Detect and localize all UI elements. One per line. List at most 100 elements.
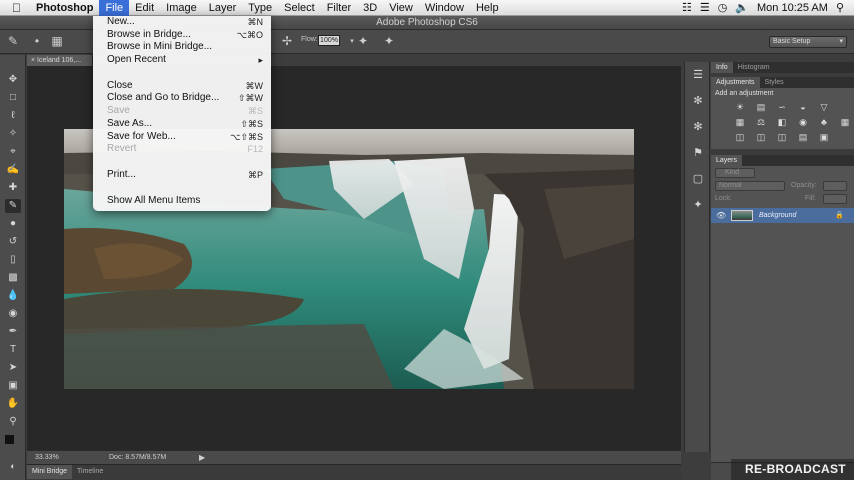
brush-presets-icon[interactable]: ✻ xyxy=(690,94,706,108)
crop-tool-icon[interactable]: ⌖ xyxy=(5,145,21,159)
doc-size[interactable]: Doc: 8.57M/8.57M xyxy=(109,451,166,465)
eyedropper-tool-icon[interactable]: ✍ xyxy=(5,163,21,177)
menu-image[interactable]: Image xyxy=(160,0,203,16)
dodge-tool-icon[interactable]: ◉ xyxy=(5,307,21,321)
tab-styles[interactable]: Styles xyxy=(760,77,789,88)
gradient-tool-icon[interactable]: ▩ xyxy=(5,271,21,285)
menu-select[interactable]: Select xyxy=(278,0,321,16)
brush-preset-icon[interactable]: ✎ xyxy=(6,34,20,48)
menu-item-open-recent[interactable]: Open Recent ▸ xyxy=(93,54,271,67)
menu-view[interactable]: View xyxy=(383,0,419,16)
menu-type[interactable]: Type xyxy=(242,0,278,16)
tablet-size-icon[interactable]: ✦ xyxy=(382,34,396,48)
wifi-icon[interactable]: ☰ xyxy=(700,1,710,14)
tab-mini-bridge[interactable]: Mini Bridge xyxy=(27,465,73,479)
path-select-tool-icon[interactable]: ➤ xyxy=(5,361,21,375)
color-balance-icon[interactable]: ⚖ xyxy=(754,117,768,128)
flow-input[interactable]: 100% xyxy=(318,35,340,46)
layer-name[interactable]: Background xyxy=(759,208,796,223)
opacity-input[interactable] xyxy=(823,181,847,191)
quick-select-tool-icon[interactable]: ✧ xyxy=(5,127,21,141)
history-brush-tool-icon[interactable]: ↺ xyxy=(5,235,21,249)
pen-tool-icon[interactable]: ✒ xyxy=(5,325,21,339)
shape-tool-icon[interactable]: ▣ xyxy=(5,379,21,393)
clone-source-icon[interactable]: ⚑ xyxy=(690,146,706,160)
brush-panel-icon[interactable]: ▦ xyxy=(50,34,64,48)
menu-help[interactable]: Help xyxy=(470,0,505,16)
lasso-tool-icon[interactable]: ℓ xyxy=(5,109,21,123)
menu-layer[interactable]: Layer xyxy=(203,0,243,16)
menu-item-show-all[interactable]: Show All Menu Items xyxy=(93,195,271,208)
swatches-icon[interactable]: ▢ xyxy=(690,172,706,186)
brightness-contrast-icon[interactable]: ☀ xyxy=(733,102,747,113)
tab-histogram[interactable]: Histogram xyxy=(733,62,775,73)
menu-item-browse-mini-bridge[interactable]: Browse in Mini Bridge... xyxy=(93,41,271,54)
menu-item-save-for-web[interactable]: Save for Web... ⌥⇧⌘S xyxy=(93,131,271,144)
posterize-icon[interactable]: ◫ xyxy=(754,132,768,143)
healing-tool-icon[interactable]: ✚ xyxy=(5,181,21,195)
blur-tool-icon[interactable]: 💧 xyxy=(5,289,21,303)
levels-icon[interactable]: ▤ xyxy=(754,102,768,113)
volume-icon[interactable]: 🔈 xyxy=(735,1,749,14)
menu-file[interactable]: File xyxy=(99,0,130,16)
menu-filter[interactable]: Filter xyxy=(321,0,357,16)
brush-tool-icon[interactable]: ✎ xyxy=(5,199,21,213)
brush-settings-icon[interactable]: ✻ xyxy=(690,120,706,134)
airbrush-icon[interactable]: ✦ xyxy=(356,34,370,48)
menu-item-print[interactable]: Print... ⌘P xyxy=(93,169,271,182)
menu-clock[interactable]: Mon 10:25 AM xyxy=(757,2,828,14)
brush-size-icon[interactable]: • xyxy=(30,34,44,48)
selective-color-icon[interactable]: ▣ xyxy=(817,132,831,143)
photo-filter-icon[interactable]: ◉ xyxy=(796,117,810,128)
zoom-level[interactable]: 33.33% xyxy=(35,451,59,465)
menu-item-save-as[interactable]: Save As... ⇧⌘S xyxy=(93,118,271,131)
hand-tool-icon[interactable]: ✋ xyxy=(5,397,21,411)
gradient-map-icon[interactable]: ▤ xyxy=(796,132,810,143)
menu-3d[interactable]: 3D xyxy=(357,0,383,16)
apple-icon[interactable]:  xyxy=(12,0,26,16)
quick-mask-icon[interactable]: ◐ xyxy=(5,459,21,473)
workspace-select[interactable]: Basic Setup xyxy=(769,36,847,48)
black-white-icon[interactable]: ◧ xyxy=(775,117,789,128)
status-menu-arrow-icon[interactable]: ▶ xyxy=(199,451,205,465)
tab-layers[interactable]: Layers xyxy=(711,155,743,166)
vibrance-icon[interactable]: ▽ xyxy=(817,102,831,113)
move-tool-icon[interactable]: ✥ xyxy=(5,73,21,87)
airbrush-pressure-icon[interactable]: ✢ xyxy=(280,34,294,48)
invert-icon[interactable]: ◫ xyxy=(733,132,747,143)
menu-window[interactable]: Window xyxy=(419,0,470,16)
marquee-tool-icon[interactable]: □ xyxy=(5,91,21,105)
spotlight-icon[interactable]: ⚲ xyxy=(836,1,844,14)
menu-status-icon[interactable]: ☷ xyxy=(682,1,692,14)
menu-item-browse-bridge[interactable]: Browse in Bridge... ⌥⌘O xyxy=(93,29,271,42)
type-tool-icon[interactable]: T xyxy=(5,343,21,357)
history-panel-icon[interactable]: ☰ xyxy=(690,68,706,82)
color-panel-icon[interactable]: ✦ xyxy=(690,198,706,212)
clone-stamp-tool-icon[interactable]: ● xyxy=(5,217,21,231)
layer-row-background[interactable]: 👁 Background 🔒 xyxy=(711,208,854,223)
menu-app-name[interactable]: Photoshop xyxy=(32,0,99,16)
threshold-icon[interactable]: ◫ xyxy=(775,132,789,143)
menu-item-close[interactable]: Close ⌘W xyxy=(93,80,271,93)
exposure-icon[interactable]: ◒ xyxy=(796,102,810,113)
foreground-color-swatch[interactable] xyxy=(5,435,14,444)
tab-info[interactable]: Info xyxy=(711,62,733,73)
color-lookup-icon[interactable]: ▦ xyxy=(838,117,852,128)
menu-extras: ☷ ☰ ◷ 🔈 Mon 10:25 AM ⚲ xyxy=(682,1,854,15)
layer-thumbnail[interactable] xyxy=(731,210,753,221)
eraser-tool-icon[interactable]: ▯ xyxy=(5,253,21,267)
tab-adjustments[interactable]: Adjustments xyxy=(711,77,760,88)
menu-item-new[interactable]: New... ⌘N xyxy=(93,16,271,29)
hue-saturation-icon[interactable]: ▦ xyxy=(733,117,747,128)
channel-mixer-icon[interactable]: ♣ xyxy=(817,117,831,128)
tab-timeline[interactable]: Timeline xyxy=(72,465,108,479)
close-doc-icon[interactable]: × xyxy=(31,57,35,64)
visibility-eye-icon[interactable]: 👁 xyxy=(716,208,726,223)
curves-icon[interactable]: ∽ xyxy=(775,102,789,113)
time-machine-icon[interactable]: ◷ xyxy=(718,1,728,14)
zoom-tool-icon[interactable]: ⚲ xyxy=(5,415,21,429)
fill-input[interactable] xyxy=(823,194,847,204)
menu-item-close-go-bridge[interactable]: Close and Go to Bridge... ⇧⌘W xyxy=(93,92,271,105)
document-tab[interactable]: × Iceland 106,... xyxy=(27,55,93,66)
menu-edit[interactable]: Edit xyxy=(129,0,160,16)
